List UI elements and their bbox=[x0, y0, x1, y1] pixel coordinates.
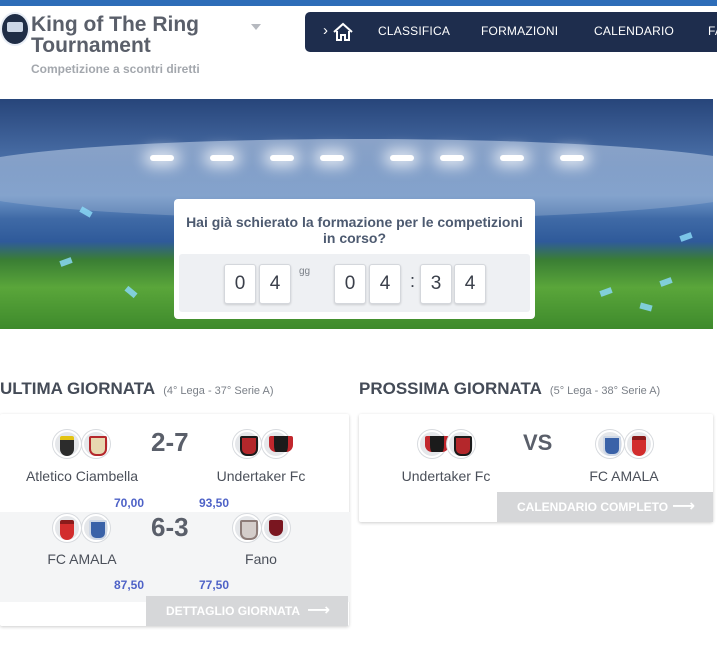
team-crest-icon bbox=[53, 430, 81, 458]
team-crest-icon bbox=[625, 430, 653, 458]
countdown-days-digit: 4 bbox=[259, 264, 291, 304]
stadium-lights bbox=[0, 155, 713, 165]
countdown-hours-digit: 4 bbox=[369, 264, 401, 304]
countdown-minutes-digit: 4 bbox=[454, 264, 486, 304]
match-row[interactable]: 6-3 FC AMALA Fano 87,50 77,50 bbox=[0, 512, 350, 602]
team-crest-icon bbox=[82, 430, 110, 458]
versus-label: VS bbox=[523, 430, 553, 455]
countdown-days-unit: gg bbox=[299, 266, 311, 277]
last-round-title: ULTIMA GIORNATA (4° Lega - 37° Serie A) bbox=[0, 379, 274, 399]
next-round-title-text: PROSSIMA GIORNATA bbox=[359, 379, 542, 398]
next-round-title: PROSSIMA GIORNATA (5° Lega - 38° Serie A) bbox=[359, 379, 660, 399]
chevron-right-icon[interactable]: › bbox=[323, 22, 328, 39]
home-icon[interactable] bbox=[332, 22, 354, 42]
top-strip bbox=[0, 0, 717, 6]
countdown-panel: Hai già schierato la formazione per le c… bbox=[174, 199, 535, 319]
away-team-name[interactable]: Fano bbox=[186, 551, 336, 567]
countdown: 0 4 gg 0 4 : 3 4 bbox=[179, 254, 530, 312]
team-crest-icon bbox=[262, 514, 290, 542]
league-logo-image bbox=[7, 22, 23, 32]
match-row[interactable]: 2-7 Atletico Ciambella Undertaker Fc 70,… bbox=[0, 414, 350, 510]
next-match-row[interactable]: VS Undertaker Fc FC AMALA bbox=[359, 414, 713, 504]
team-crest-icon bbox=[596, 430, 624, 458]
next-round-subtitle: (5° Lega - 38° Serie A) bbox=[549, 385, 661, 397]
countdown-minutes-digit: 3 bbox=[420, 264, 452, 304]
home-points: 87,50 bbox=[114, 578, 145, 592]
match-score: 6-3 bbox=[151, 512, 189, 542]
main-nav: › CLASSIFICA FORMAZIONI CALENDARIO FA bbox=[305, 12, 717, 52]
countdown-hours-digit: 0 bbox=[334, 264, 366, 304]
home-team-name[interactable]: Undertaker Fc bbox=[371, 468, 521, 484]
team-crest-icon bbox=[447, 430, 475, 458]
away-team-name[interactable]: FC AMALA bbox=[549, 468, 699, 484]
match-score: 2-7 bbox=[151, 427, 189, 457]
countdown-separator: : bbox=[410, 271, 416, 291]
nav-item-fa[interactable]: FA bbox=[708, 24, 717, 38]
nav-item-calendario[interactable]: CALENDARIO bbox=[594, 24, 674, 38]
team-crest-icon bbox=[262, 430, 293, 458]
team-crest-icon bbox=[233, 430, 261, 458]
nav-item-formazioni[interactable]: FORMAZIONI bbox=[481, 24, 558, 38]
league-title[interactable]: King of The Ring Tournament bbox=[31, 14, 271, 56]
caret-down-icon[interactable] bbox=[251, 24, 261, 30]
lineup-question: Hai già schierato la formazione per le c… bbox=[186, 214, 523, 246]
team-crest-icon bbox=[53, 514, 81, 542]
countdown-days-digit: 0 bbox=[224, 264, 256, 304]
last-round-title-text: ULTIMA GIORNATA bbox=[0, 379, 156, 398]
full-calendar-button-label: CALENDARIO COMPLETO bbox=[517, 500, 669, 514]
arrow-right-icon: ⟶ bbox=[307, 602, 330, 619]
home-team-name[interactable]: Atletico Ciambella bbox=[7, 468, 157, 484]
league-logo[interactable] bbox=[0, 12, 30, 46]
home-team-name[interactable]: FC AMALA bbox=[7, 551, 157, 567]
away-team-name[interactable]: Undertaker Fc bbox=[186, 468, 336, 484]
home-points: 70,00 bbox=[114, 496, 145, 510]
team-crest-icon bbox=[82, 514, 110, 542]
next-round-card: VS Undertaker Fc FC AMALA CALENDARIO COM… bbox=[359, 414, 713, 522]
last-round-card: 2-7 Atletico Ciambella Undertaker Fc 70,… bbox=[0, 414, 350, 626]
nav-item-classifica[interactable]: CLASSIFICA bbox=[378, 24, 450, 38]
team-crest-icon bbox=[418, 430, 449, 458]
last-round-subtitle: (4° Lega - 37° Serie A) bbox=[163, 385, 274, 397]
away-points: 93,50 bbox=[199, 496, 230, 510]
team-crest-icon bbox=[233, 514, 261, 542]
arrow-right-icon: ⟶ bbox=[672, 498, 695, 515]
league-subtitle: Competizione a scontri diretti bbox=[31, 62, 200, 76]
round-details-button-label: DETTAGLIO GIORNATA bbox=[166, 604, 300, 618]
round-details-button[interactable]: DETTAGLIO GIORNATA ⟶ bbox=[146, 596, 348, 626]
full-calendar-button[interactable]: CALENDARIO COMPLETO ⟶ bbox=[497, 492, 713, 522]
away-points: 77,50 bbox=[199, 578, 230, 592]
